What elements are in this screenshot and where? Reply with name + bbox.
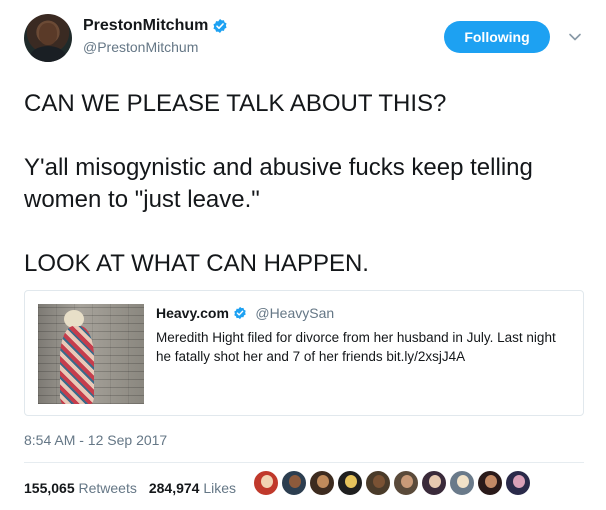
display-name[interactable]: PrestonMitchum	[83, 17, 208, 35]
liker-avatar-face	[373, 475, 385, 488]
liker-avatar[interactable]	[505, 470, 531, 496]
liker-avatar[interactable]	[337, 470, 363, 496]
person-dress	[60, 326, 94, 404]
liker-avatars	[253, 470, 533, 496]
quoted-tweet-content: Heavy.com @HeavySan Meredith Hight filed…	[156, 305, 572, 366]
liker-avatar-face	[485, 475, 497, 488]
likes-label: Likes	[203, 480, 237, 496]
quoted-name-row: Heavy.com	[156, 305, 247, 321]
liker-avatar-face	[429, 475, 441, 488]
tweet-timestamp[interactable]: 8:54 AM - 12 Sep 2017	[24, 432, 167, 448]
liker-avatar-face	[401, 475, 413, 488]
quoted-handle: @HeavySan	[255, 305, 335, 321]
retweets-label: Retweets	[78, 480, 137, 496]
avatar-shoulders	[30, 46, 66, 62]
liker-avatar[interactable]	[449, 470, 475, 496]
liker-avatar[interactable]	[309, 470, 335, 496]
chevron-down-icon[interactable]	[568, 30, 582, 44]
quoted-tweet-image[interactable]	[38, 304, 144, 404]
quoted-display-name: Heavy.com	[156, 305, 229, 321]
liker-avatar[interactable]	[253, 470, 279, 496]
liker-avatar[interactable]	[421, 470, 447, 496]
tweet-stats: 155,065 Retweets 284,974 Likes	[24, 478, 248, 498]
liker-avatar-face	[345, 475, 357, 488]
liker-avatar-face	[261, 475, 273, 488]
divider	[24, 462, 584, 463]
verified-badge-icon	[234, 306, 246, 320]
liker-avatar[interactable]	[477, 470, 503, 496]
avatar[interactable]	[24, 14, 72, 62]
liker-avatar[interactable]	[281, 470, 307, 496]
tweet-header: PrestonMitchum @PrestonMitchum Following	[24, 14, 590, 64]
liker-avatar[interactable]	[365, 470, 391, 496]
liker-avatar-face	[457, 475, 469, 488]
retweets-stat[interactable]: 155,065 Retweets	[24, 480, 137, 496]
liker-avatar-face	[289, 475, 301, 488]
liker-avatar-face	[513, 475, 525, 488]
quoted-tweet[interactable]: Heavy.com @HeavySan Meredith Hight filed…	[24, 290, 584, 416]
liker-avatar[interactable]	[393, 470, 419, 496]
liker-avatar-face	[317, 475, 329, 488]
tweet-text: CAN WE PLEASE TALK ABOUT THIS? Y'all mis…	[24, 90, 533, 277]
quoted-text: Meredith Hight filed for divorce from he…	[156, 330, 556, 364]
user-handle[interactable]: @PrestonMitchum	[83, 39, 228, 55]
likes-stat[interactable]: 284,974 Likes	[149, 480, 236, 496]
verified-badge-icon	[213, 19, 227, 33]
display-name-row: PrestonMitchum	[83, 17, 228, 35]
user-info[interactable]: PrestonMitchum @PrestonMitchum	[83, 17, 228, 55]
retweets-count: 155,065	[24, 480, 75, 496]
avatar-face	[39, 23, 57, 45]
likes-count: 284,974	[148, 480, 200, 496]
following-button[interactable]: Following	[444, 21, 550, 53]
